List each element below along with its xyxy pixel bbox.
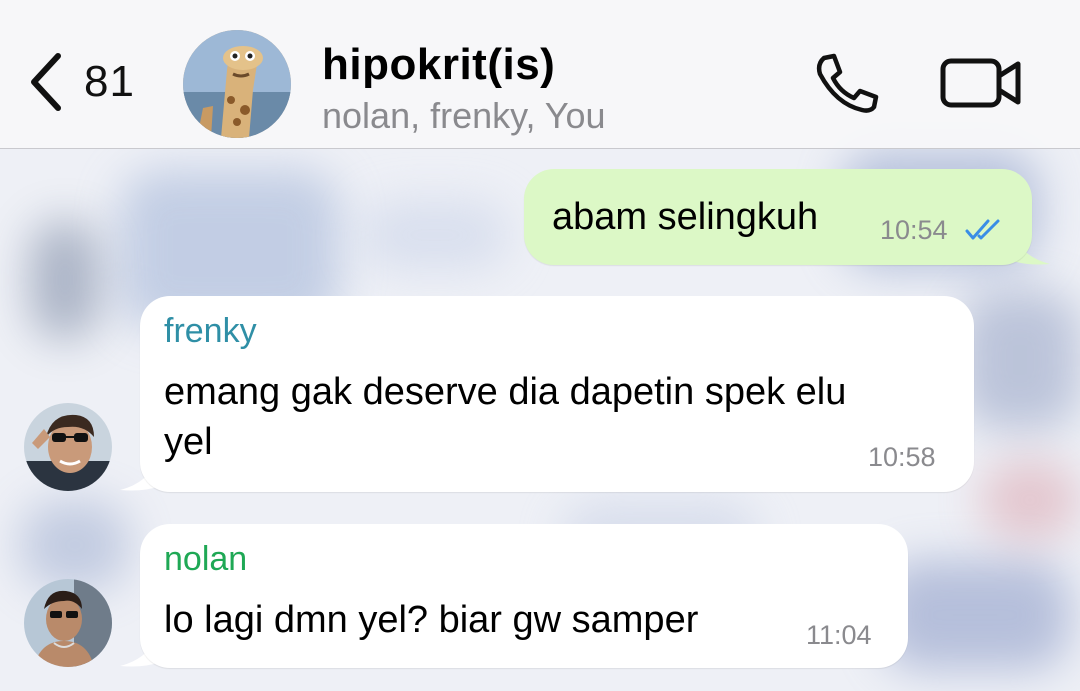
- message-text: abam selingkuh: [552, 196, 819, 238]
- outgoing-message[interactable]: abam selingkuh 10:54: [524, 169, 1032, 265]
- sender-name[interactable]: frenky: [164, 312, 257, 351]
- video-camera-icon: [940, 58, 1021, 108]
- voice-call-button[interactable]: [810, 52, 880, 114]
- double-check-icon: [965, 219, 1000, 240]
- video-call-button[interactable]: [940, 58, 1022, 108]
- message-time: 10:58: [868, 442, 936, 472]
- sender-name[interactable]: nolan: [164, 540, 247, 579]
- message-text: lo lagi dmn yel? biar gw samper: [164, 599, 699, 641]
- message-text: emang gak deserve dia dapetin spek elu: [164, 371, 847, 413]
- group-avatar[interactable]: [183, 30, 291, 138]
- back-button[interactable]: 81: [28, 52, 135, 112]
- incoming-message[interactable]: nolan lo lagi dmn yel? biar gw samper 11…: [140, 524, 908, 668]
- chevron-left-icon: [31, 53, 61, 111]
- incoming-message[interactable]: frenky emang gak deserve dia dapetin spe…: [140, 296, 974, 492]
- message-text: yel: [164, 421, 213, 463]
- unread-count: 81: [84, 57, 135, 106]
- message-time: 10:54: [880, 215, 948, 245]
- chat-members[interactable]: nolan, frenky, You: [322, 95, 606, 137]
- avatar-frenky[interactable]: [24, 403, 112, 491]
- chat-title[interactable]: hipokrit(is): [322, 40, 555, 90]
- message-time: 11:04: [806, 620, 872, 650]
- chat-header: 81 hipokrit(is) nolan, frenky, You: [0, 0, 1080, 149]
- avatar-nolan[interactable]: [24, 579, 112, 667]
- phone-icon: [816, 53, 879, 113]
